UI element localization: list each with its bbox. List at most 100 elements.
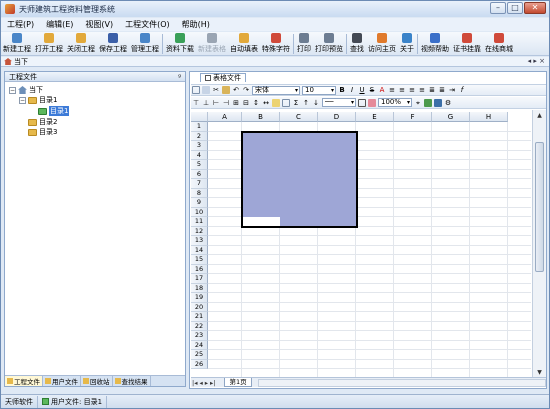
column-header[interactable]: D — [318, 112, 356, 122]
toolbar-button[interactable]: 新建表格 — [198, 32, 226, 54]
delete-row-icon[interactable]: ⊥ — [202, 99, 210, 107]
grid-corner[interactable] — [191, 112, 208, 122]
indent-icon[interactable]: ≣ — [428, 86, 436, 94]
fill-icon[interactable] — [272, 98, 280, 107]
row-header[interactable]: 22 — [191, 321, 208, 331]
pin-icon[interactable]: ᵍ — [178, 73, 181, 81]
toolbar-button[interactable]: 证书挂靠 — [453, 32, 481, 54]
row-header[interactable]: 18 — [191, 283, 208, 293]
home-icon[interactable] — [4, 58, 12, 65]
paste-icon[interactable] — [222, 86, 230, 94]
toolbar-button[interactable]: 关于 — [400, 32, 414, 54]
toolbar-button[interactable]: 访问主页 — [368, 32, 396, 54]
row-header[interactable]: 9 — [191, 198, 208, 208]
toolbar-button[interactable]: 保存工程 — [99, 32, 127, 54]
row-header[interactable]: 26 — [191, 359, 208, 369]
tab-recycle-bin[interactable]: 回收站 — [81, 376, 113, 386]
toolbar-button[interactable]: 视频帮助 — [421, 32, 449, 54]
tab-search-results[interactable]: 查找结果 — [113, 376, 151, 386]
tree-item[interactable]: 目录2 — [19, 117, 57, 127]
row-header[interactable]: 10 — [191, 207, 208, 217]
table-icon[interactable] — [282, 98, 290, 107]
row-header[interactable]: 3 — [191, 141, 208, 151]
wrap-icon[interactable]: ⇥ — [448, 86, 456, 94]
column-header[interactable]: B — [242, 112, 280, 122]
tree-item[interactable]: 目录3 — [19, 127, 57, 137]
collapse-icon[interactable]: − — [19, 96, 26, 104]
menu-project-file[interactable]: 工程文件(O) — [119, 19, 176, 30]
selected-range[interactable] — [241, 130, 358, 228]
sheet-tab-1[interactable]: 第1页 — [224, 378, 252, 387]
merge-icon[interactable]: ⊞ — [232, 99, 240, 107]
insert-col-icon[interactable]: ⊢ — [212, 99, 220, 107]
toolbar-button[interactable]: 打印 — [297, 32, 311, 54]
menu-project[interactable]: 工程(P) — [1, 19, 40, 30]
font-name-select[interactable]: 宋体 — [252, 85, 300, 95]
toolbar-button[interactable]: 管理工程 — [131, 32, 159, 54]
row-header[interactable]: 25 — [191, 350, 208, 360]
column-header[interactable]: H — [470, 112, 508, 122]
redo-icon[interactable]: ↷ — [242, 86, 250, 94]
image-icon[interactable] — [434, 98, 442, 107]
active-cell[interactable] — [243, 217, 280, 226]
row-header[interactable]: 12 — [191, 226, 208, 236]
row-header[interactable]: 6 — [191, 169, 208, 179]
row-header[interactable]: 1 — [191, 122, 208, 132]
row-header[interactable]: 20 — [191, 302, 208, 312]
toolbar-button[interactable]: 在线商城 — [485, 32, 513, 54]
settings-icon[interactable]: ⚙ — [444, 99, 452, 107]
border-icon[interactable] — [358, 98, 366, 107]
cut-icon[interactable]: ✂ — [212, 86, 220, 94]
column-header[interactable]: G — [432, 112, 470, 122]
row-header[interactable]: 7 — [191, 179, 208, 189]
tree-item[interactable]: − 目录1 — [19, 95, 57, 105]
horizontal-scrollbar[interactable] — [257, 378, 546, 387]
font-color-icon[interactable]: A — [378, 86, 386, 94]
column-header[interactable]: F — [394, 112, 432, 122]
zoom-select[interactable]: 100% — [378, 98, 412, 107]
row-header[interactable]: 17 — [191, 274, 208, 284]
row-header[interactable]: 11 — [191, 217, 208, 227]
column-header[interactable]: E — [356, 112, 394, 122]
breadcrumb-current[interactable]: 当下 — [14, 57, 28, 67]
row-header[interactable]: 8 — [191, 188, 208, 198]
outdent-icon[interactable]: ≣ — [438, 86, 446, 94]
row-header[interactable]: 4 — [191, 150, 208, 160]
split-icon[interactable]: ⊟ — [242, 99, 250, 107]
toolbar-button[interactable]: 资料下载 — [166, 32, 194, 54]
collapse-icon[interactable]: − — [9, 86, 16, 94]
delete-col-icon[interactable]: ⊣ — [222, 99, 230, 107]
sheet-last-icon[interactable]: ▸| — [209, 379, 216, 387]
font-size-select[interactable]: 10 — [302, 85, 336, 95]
toolbar-button[interactable]: 打开工程 — [35, 32, 63, 54]
align-left-icon[interactable]: ≡ — [388, 86, 396, 94]
toolbar-button[interactable]: 查找 — [350, 32, 364, 54]
tree-item[interactable]: − 当下 — [9, 85, 43, 95]
row-header[interactable]: 14 — [191, 245, 208, 255]
tab-user-files[interactable]: 用户文件 — [43, 376, 81, 386]
row-header[interactable]: 21 — [191, 312, 208, 322]
column-header[interactable]: A — [208, 112, 242, 122]
underline-icon[interactable]: U — [358, 86, 366, 94]
row-header[interactable]: 23 — [191, 331, 208, 341]
sort-desc-icon[interactable]: ↓ — [312, 99, 320, 107]
strikethrough-icon[interactable]: S — [368, 86, 376, 94]
tab-table-file[interactable]: 表格文件 — [200, 73, 246, 82]
menu-edit[interactable]: 编辑(E) — [40, 19, 79, 30]
row-header[interactable]: 24 — [191, 340, 208, 350]
sheet-first-icon[interactable]: |◂ — [191, 379, 198, 387]
toolbar-button[interactable]: 自动填表 — [230, 32, 258, 54]
toolbar-button[interactable]: 特殊字符 — [262, 32, 290, 54]
tab-project-files[interactable]: 工程文件 — [5, 376, 43, 386]
spreadsheet-grid[interactable]: A B C D E F G H 1 2 3 4 5 6 7 8 9 10 11 12 13 14 15 16 17 18 19 20 2… — [191, 112, 531, 377]
vertical-scrollbar[interactable]: ▲ ▼ — [532, 110, 546, 378]
close-button[interactable]: ✕ — [524, 2, 546, 14]
copy-icon[interactable] — [202, 86, 210, 94]
line-style-select[interactable]: ── — [322, 98, 356, 107]
sum-icon[interactable]: Σ — [292, 99, 300, 107]
row-header[interactable]: 5 — [191, 160, 208, 170]
zoom-fit-icon[interactable]: ⌖ — [414, 99, 422, 107]
menu-view[interactable]: 视图(V) — [79, 19, 119, 30]
menu-help[interactable]: 帮助(H) — [176, 19, 216, 30]
toolbar-button[interactable]: 关闭工程 — [67, 32, 95, 54]
